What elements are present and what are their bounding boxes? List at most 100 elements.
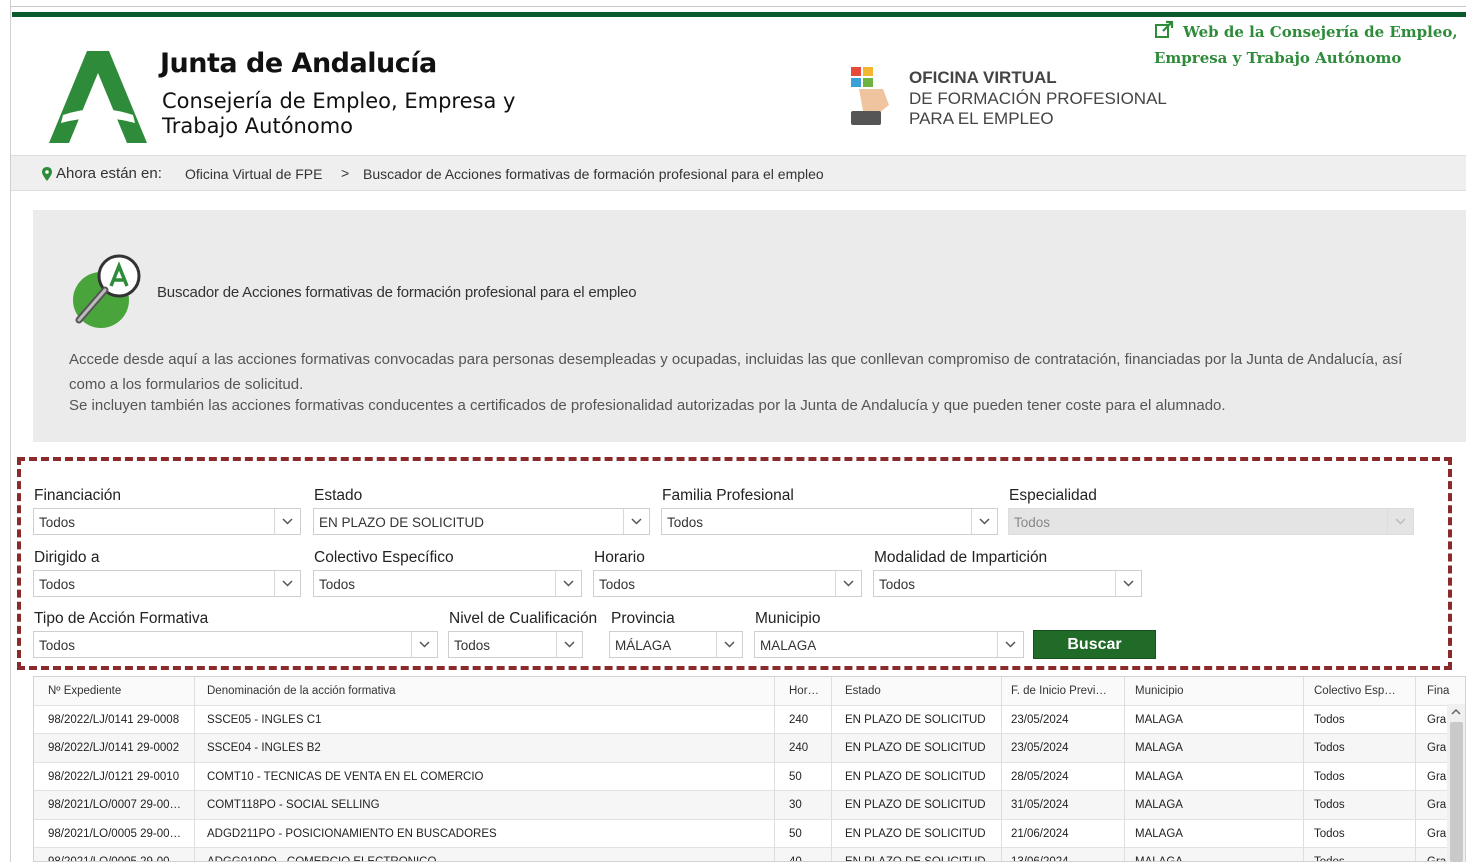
- consejeria-web-link-line1[interactable]: Web de la Consejería de Empleo,: [1154, 19, 1458, 45]
- municipio-select[interactable]: MALAGA: [754, 631, 1024, 658]
- chevron-down-icon[interactable]: [1115, 571, 1141, 596]
- scrollbar-thumb[interactable]: [1450, 722, 1463, 862]
- grid-cell: 31/05/2024: [1011, 799, 1069, 811]
- grid-cell: 98/2022/LJ/0141 29-0002: [48, 742, 180, 754]
- familia-profesional-select-value: Todos: [667, 515, 704, 530]
- table-row[interactable]: 98/2021/LO/0005 29-00… ADGD211PO - POSICI…: [34, 820, 1465, 848]
- nivel-cualificacion-label: Nivel de Cualificación: [449, 610, 598, 627]
- chevron-down-icon[interactable]: [555, 571, 581, 596]
- horario-label: Horario: [594, 549, 645, 566]
- scroll-up-arrow-icon[interactable]: [1450, 706, 1462, 718]
- results-grid: Nº Expediente Denominación de la acción f…: [33, 676, 1466, 862]
- modalidad-imparticion-label: Modalidad de Impartición: [874, 549, 1048, 566]
- location-pin-icon: [42, 167, 52, 181]
- dirigido-a-select[interactable]: Todos: [33, 570, 301, 597]
- colectivo-especifico-label: Colectivo Específico: [314, 549, 454, 566]
- nivel-cualificacion-select-value: Todos: [454, 638, 491, 653]
- grid-cell: MALAGA: [1135, 799, 1183, 811]
- table-row[interactable]: 98/2022/LJ/0121 29-0010 COMT10 - TÉCNICAS…: [34, 763, 1465, 791]
- grid-cell: 23/05/2024: [1011, 742, 1069, 754]
- intro-paragraph-2: Se incluyen también las acciones formati…: [69, 397, 1226, 414]
- chevron-down-icon[interactable]: [411, 632, 437, 657]
- grid-cell: 21/06/2024: [1011, 827, 1069, 840]
- especialidad-select: Todos: [1008, 508, 1414, 535]
- consejeria-web-link-line2[interactable]: Empresa y Trabajo Autónomo: [1154, 45, 1458, 71]
- grid-column-header[interactable]: Municipio: [1135, 685, 1305, 697]
- breadcrumb-item-oficina-virtual[interactable]: Oficina Virtual de FPE: [185, 166, 322, 182]
- grid-column-header[interactable]: Hor…: [789, 685, 837, 697]
- grid-column-header[interactable]: Fina: [1427, 685, 1465, 697]
- grid-header-row: Nº Expediente Denominación de la acción f…: [34, 677, 1465, 706]
- ov-title-line3: PARA EL EMPLEO: [909, 109, 1054, 128]
- table-row[interactable]: 98/2022/LJ/0141 29-0008 SSCE05 - INGLÉS C…: [34, 706, 1465, 734]
- grid-column-divider: [1124, 677, 1125, 861]
- grid-cell: MALAGA: [1135, 713, 1183, 726]
- org-title[interactable]: Junta de Andalucía: [160, 48, 437, 79]
- chevron-down-icon[interactable]: [971, 509, 997, 534]
- provincia-select[interactable]: MÁLAGA: [609, 631, 743, 658]
- chevron-down-icon[interactable]: [835, 571, 861, 596]
- especialidad-select-value: Todos: [1014, 515, 1051, 530]
- grid-column-divider: [1415, 677, 1416, 861]
- provincia-select-value: MÁLAGA: [615, 638, 672, 653]
- junta-andalucia-logo-icon[interactable]: [49, 51, 147, 143]
- colectivo-especifico-select-value: Todos: [319, 577, 356, 592]
- ov-title-line1: OFICINA VIRTUAL: [909, 68, 1057, 87]
- grid-column-divider: [194, 677, 195, 861]
- grid-cell: 30: [789, 799, 802, 811]
- grid-cell: 28/05/2024: [1011, 770, 1069, 783]
- colectivo-especifico-select[interactable]: Todos: [313, 570, 582, 597]
- chevron-down-icon[interactable]: [623, 509, 649, 534]
- nivel-cualificacion-select[interactable]: Todos: [448, 631, 583, 658]
- chevron-down-icon: [1387, 509, 1413, 534]
- horario-select[interactable]: Todos: [593, 570, 862, 597]
- estado-label: Estado: [314, 487, 363, 504]
- grid-cell: MALAGA: [1135, 856, 1183, 862]
- grid-cell: MALAGA: [1135, 742, 1183, 754]
- grid-cell: Todos: [1314, 713, 1345, 726]
- grid-cell: COMT118PO - SOCIAL SELLING: [207, 799, 380, 811]
- grid-cell: Todos: [1314, 827, 1345, 840]
- estado-select-value: EN PLAZO DE SOLICITUD: [319, 515, 485, 530]
- grid-cell: SSCE04 - INGLÉS B2: [207, 742, 321, 754]
- estado-select[interactable]: EN PLAZO DE SOLICITUD: [313, 508, 650, 535]
- grid-cell: 98/2022/LJ/0121 29-0010: [48, 770, 180, 783]
- modalidad-imparticion-select[interactable]: Todos: [873, 570, 1142, 597]
- chevron-down-icon[interactable]: [274, 571, 300, 596]
- table-row[interactable]: 98/2022/LJ/0141 29-0002 SSCE04 - INGLÉS B…: [34, 734, 1465, 763]
- chevron-down-icon[interactable]: [556, 632, 582, 657]
- grid-cell: 98/2021/LO/0005 29-00…: [48, 827, 181, 840]
- grid-column-header[interactable]: Estado: [845, 685, 1005, 697]
- top-line: [10, 6, 1466, 7]
- consejeria-web-link[interactable]: Web de la Consejería de Empleo, Empresa …: [1154, 19, 1458, 71]
- grid-cell: EN PLAZO DE SOLICITUD: [845, 827, 986, 840]
- financiacion-label: Financiación: [34, 487, 122, 504]
- site-header: Junta de Andalucía Consejería de Empleo,…: [11, 17, 1466, 155]
- financiacion-select[interactable]: Todos: [33, 508, 301, 535]
- grid-cell: MALAGA: [1135, 827, 1183, 840]
- intro-title: Buscador de Acciones formativas de forma…: [157, 284, 637, 301]
- grid-column-header[interactable]: Denominación de la acción formativa: [207, 685, 777, 697]
- table-row[interactable]: 98/2021/LO/0005 29-00… ADGG010PO - COMERC…: [34, 848, 1465, 862]
- grid-cell: 98/2021/LO/0007 29-00…: [48, 799, 181, 811]
- table-row[interactable]: 98/2021/LO/0007 29-00… COMT118PO - SOCIAL…: [34, 791, 1465, 820]
- dirigido-a-select-value: Todos: [39, 577, 76, 592]
- org-subtitle-line2: Trabajo Autónomo: [162, 114, 354, 138]
- familia-profesional-select[interactable]: Todos: [661, 508, 998, 535]
- grid-column-header[interactable]: Colectivo Esp…: [1314, 685, 1419, 697]
- search-button[interactable]: Buscar: [1033, 630, 1156, 659]
- grid-column-header[interactable]: Nº Expediente: [48, 685, 198, 697]
- grid-cell: 98/2022/LJ/0141 29-0008: [48, 713, 180, 726]
- grid-column-header[interactable]: F. de Inicio Previ…: [1011, 685, 1127, 697]
- grid-column-divider: [831, 677, 832, 861]
- chevron-down-icon[interactable]: [716, 632, 742, 657]
- grid-cell: Todos: [1314, 799, 1345, 811]
- grid-column-divider: [774, 677, 775, 861]
- modalidad-imparticion-select-value: Todos: [879, 577, 916, 592]
- tipo-accion-formativa-select[interactable]: Todos: [33, 631, 438, 658]
- municipio-label: Municipio: [755, 610, 821, 627]
- chevron-down-icon[interactable]: [997, 632, 1023, 657]
- chevron-down-icon[interactable]: [274, 509, 300, 534]
- breadcrumb-item-buscador: Buscador de Acciones formativas de forma…: [363, 166, 824, 182]
- search-magnifier-icon: [73, 254, 141, 328]
